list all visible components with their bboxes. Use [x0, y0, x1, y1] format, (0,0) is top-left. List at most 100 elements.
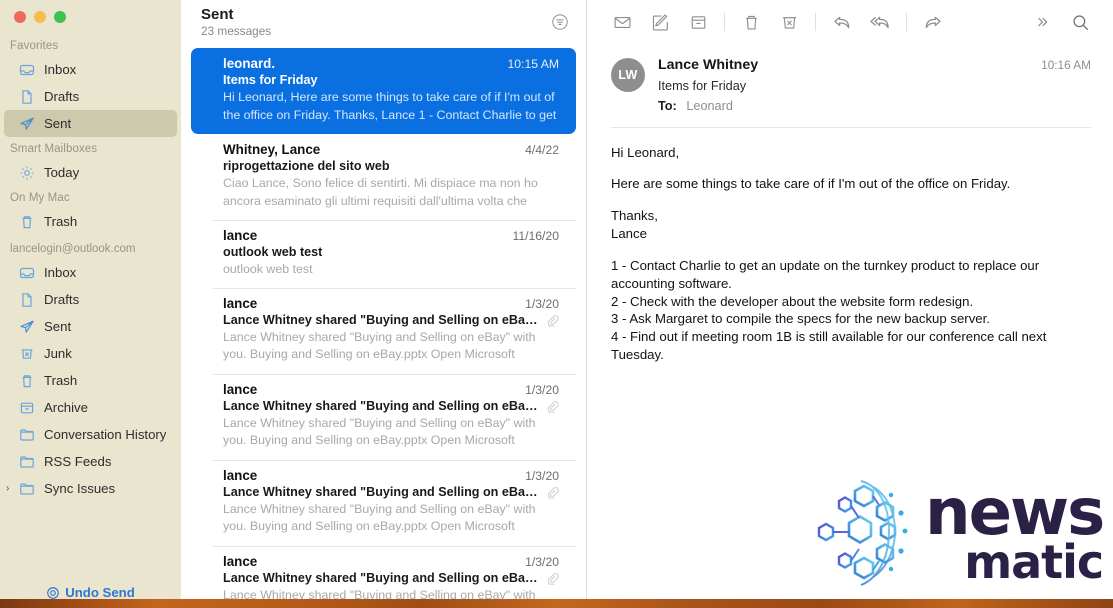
message-sender: lance [223, 381, 258, 397]
avatar: LW [611, 58, 645, 92]
newsmatic-watermark-logo: news matic [815, 464, 1105, 604]
to-label: To: [658, 99, 677, 114]
paperclip-icon [546, 400, 559, 413]
paperclip-icon [546, 314, 559, 327]
message-preview: Lance Whitney shared "Buying and Selling… [223, 329, 536, 362]
sidebar-item-label: Inbox [44, 62, 77, 77]
sidebar-item-label: Trash [44, 373, 78, 388]
sidebar-item-label: Sent [44, 319, 72, 334]
folder-icon [18, 453, 35, 470]
sidebar-item-label: Drafts [44, 89, 80, 104]
undo-send-label: Undo Send [65, 585, 135, 600]
logo-text-matic: matic [964, 534, 1104, 589]
sidebar-item-label: Sync Issues [44, 481, 116, 496]
table-row[interactable]: lance 1/3/20 Lance Whitney shared "Buyin… [191, 373, 576, 460]
message-date: 11/16/20 [512, 229, 559, 243]
toolbar-divider [724, 13, 725, 31]
sidebar-item-today[interactable]: Today [4, 159, 177, 186]
compose-button[interactable] [641, 7, 679, 37]
archive-button[interactable] [679, 7, 717, 37]
dock-bar [0, 599, 1113, 608]
sidebar-item-trash-account[interactable]: Trash [4, 367, 177, 394]
search-button[interactable] [1061, 7, 1099, 37]
message-body: Hi Leonard, Here are some things to take… [587, 128, 1113, 364]
to-value[interactable]: Leonard [686, 99, 733, 113]
message-list-header: Sent 23 messages [181, 0, 586, 48]
sidebar-item-rss-feeds[interactable]: RSS Feeds [4, 448, 177, 475]
message-recipients: To: Leonard [658, 98, 1028, 116]
sidebar-item-drafts-account[interactable]: Drafts [4, 286, 177, 313]
sidebar-item-label: Archive [44, 400, 88, 415]
trash-icon [18, 213, 35, 230]
message-subject-text: Lance Whitney shared "Buying and Selling… [223, 398, 559, 413]
body-signoff: Thanks, [611, 208, 658, 224]
mark-unread-button[interactable] [603, 7, 641, 37]
table-row[interactable]: lance 1/3/20 Lance Whitney shared "Buyin… [191, 459, 576, 546]
sidebar-item-inbox-account[interactable]: Inbox [4, 259, 177, 286]
logo-text-news: news [925, 475, 1105, 550]
message-list: leonard. 10:15 AM Items for Friday Hi Le… [181, 48, 586, 608]
message-header: LW Lance Whitney Items for Friday To: Le… [587, 44, 1113, 116]
message-date: 1/3/20 [525, 382, 559, 397]
sidebar-account-title: lancelogin@outlook.com [10, 243, 136, 255]
message-preview: outlook web test [223, 262, 313, 276]
more-button[interactable] [1023, 7, 1061, 37]
undo-send-button[interactable]: Undo Send [0, 585, 181, 600]
paperclip-icon [546, 486, 559, 499]
sent-icon [18, 115, 35, 132]
sidebar-item-sent-favorite[interactable]: Sent [4, 110, 177, 137]
message-subject-line: Items for Friday [658, 78, 747, 93]
message-date: 1/3/20 [525, 468, 559, 483]
sidebar-item-sync-issues[interactable]: › Sync Issues [4, 475, 177, 502]
delete-button[interactable] [732, 7, 770, 37]
reply-all-button[interactable] [861, 7, 899, 37]
archive-icon [18, 399, 35, 416]
sidebar-item-inbox-favorite[interactable]: Inbox [4, 56, 177, 83]
message-subject: Items for Friday [223, 73, 318, 87]
drafts-icon [18, 88, 35, 105]
chevron-right-icon[interactable]: › [6, 483, 9, 494]
message-preview: Lance Whitney shared "Buying and Selling… [223, 501, 536, 534]
trash-icon [18, 372, 35, 389]
sidebar-item-conversation-history[interactable]: Conversation History [4, 421, 177, 448]
sidebar-item-trash-on-my-mac[interactable]: Trash [4, 208, 177, 235]
junk-button[interactable] [770, 7, 808, 37]
message-sender: lance [223, 295, 258, 311]
sidebar-item-label: Drafts [44, 292, 80, 307]
sidebar-item-sent-account[interactable]: Sent [4, 313, 177, 340]
minimize-window-button[interactable] [34, 11, 46, 23]
mailbox-sidebar: Favorites Inbox Drafts Sent Smart Mailbo… [0, 0, 181, 608]
table-row[interactable]: lance 1/3/20 Lance Whitney shared "Buyin… [191, 287, 576, 374]
forward-button[interactable] [914, 7, 952, 37]
sidebar-item-drafts-favorite[interactable]: Drafts [4, 83, 177, 110]
sidebar-item-junk[interactable]: Junk [4, 340, 177, 367]
junk-icon [18, 345, 35, 362]
table-row[interactable]: Whitney, Lance 4/4/22 riprogettazione de… [191, 134, 576, 220]
reply-button[interactable] [823, 7, 861, 37]
drafts-icon [18, 291, 35, 308]
message-subject: Lance Whitney shared "Buying and Selling… [223, 313, 559, 327]
sidebar-group-title-on-my-mac: On My Mac [10, 192, 70, 204]
sidebar-group-title-smart-mailboxes: Smart Mailboxes [10, 143, 98, 155]
message-preview: Ciao Lance, Sono felice di sentirti. Mi … [223, 176, 538, 208]
sidebar-item-label: Inbox [44, 265, 77, 280]
message-subject: outlook web test [223, 245, 323, 259]
body-list-item-2: 2 - Check with the developer about the w… [611, 293, 974, 309]
toolbar-divider [815, 13, 816, 31]
table-row[interactable]: leonard. 10:15 AM Items for Friday Hi Le… [191, 48, 576, 134]
filter-button[interactable] [550, 12, 572, 34]
message-date: 1/3/20 [525, 296, 559, 311]
body-list-item-4: 4 - Find out if meeting room 1B is still… [611, 329, 1047, 362]
sidebar-item-archive[interactable]: Archive [4, 394, 177, 421]
zoom-window-button[interactable] [54, 11, 66, 23]
message-date: 1/3/20 [525, 554, 559, 569]
message-subject: Lance Whitney shared "Buying and Selling… [223, 399, 559, 413]
inbox-icon [18, 61, 35, 78]
message-subject: riprogettazione del sito web [223, 159, 390, 173]
message-preview: Hi Leonard, Here are some things to take… [223, 90, 557, 122]
close-window-button[interactable] [14, 11, 26, 23]
table-row[interactable]: lance 11/16/20 outlook web test outlook … [191, 220, 576, 288]
toolbar-divider [906, 13, 907, 31]
message-sender: leonard. [223, 56, 276, 71]
window-traffic-lights [0, 0, 181, 34]
